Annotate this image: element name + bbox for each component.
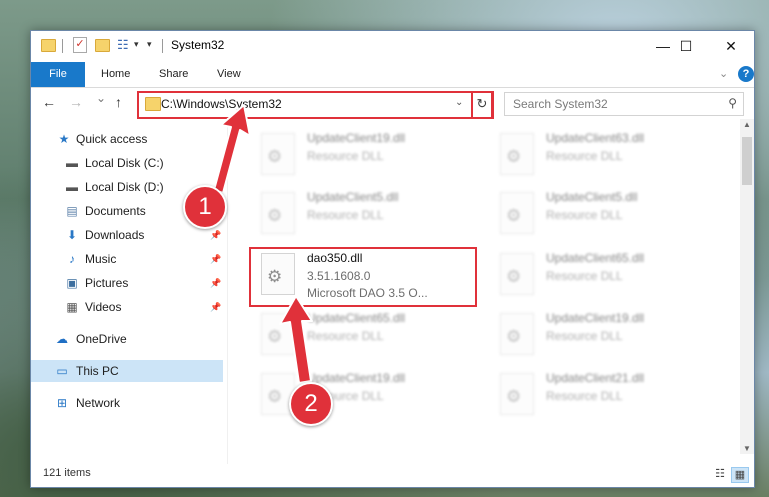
annotation-arrows xyxy=(213,104,313,384)
step-1-badge: 1 xyxy=(183,185,227,229)
arrow-1 xyxy=(213,104,251,194)
step-2-badge: 2 xyxy=(289,382,333,426)
arrow-2 xyxy=(279,295,313,384)
